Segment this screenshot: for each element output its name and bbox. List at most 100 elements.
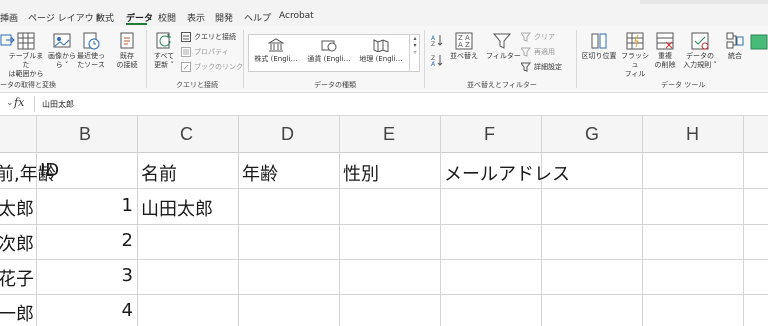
from-table-button[interactable]: テーブルまた は範囲から — [6, 32, 46, 79]
from-image-button[interactable]: 画像から ら ˅ — [48, 32, 76, 70]
currency-data-type[interactable]: 通貨 (Engli… — [305, 38, 353, 64]
column-header-b[interactable]: B — [79, 124, 91, 145]
sort-az-icon: AZ — [431, 35, 443, 46]
formula-input[interactable]: 山田太郎 — [42, 99, 74, 110]
tab-page-layout[interactable]: ページ レイアウト — [28, 11, 103, 24]
existing-connections-button[interactable]: 既存 の接続 — [112, 32, 142, 70]
recent-sources-button[interactable]: 最近使っ たソース — [76, 32, 106, 70]
column-header-d[interactable]: D — [281, 124, 294, 145]
map-icon — [373, 39, 389, 52]
sort-button[interactable]: Z AA Z 並べ替え — [448, 32, 480, 61]
get-data-group-label: ータの取得と変換 — [0, 81, 56, 89]
flash-fill-icon — [626, 32, 644, 50]
cell-b4[interactable]: 3 — [40, 265, 133, 286]
sort-dialog-icon: Z AA Z — [455, 32, 473, 50]
cell-b3[interactable]: 2 — [40, 230, 133, 251]
tab-developer[interactable]: 開発 — [215, 11, 233, 24]
row-divider — [0, 224, 768, 225]
tab-help[interactable]: ヘルプ — [244, 11, 271, 24]
sort-ascending-button[interactable]: AZ — [431, 34, 443, 46]
data-types-group-label: データの種類 — [314, 81, 356, 89]
connections-icon — [120, 32, 134, 49]
group-divider — [576, 30, 577, 88]
sort-filter-group-label: 並べ替えとフィルター — [467, 81, 537, 89]
svg-text:A Z: A Z — [458, 41, 470, 49]
data-model-icon — [750, 34, 768, 50]
remove-duplicates-button[interactable]: 重複 の削除 — [652, 32, 678, 70]
geography-data-type[interactable]: 地理 (Engli… — [357, 38, 405, 64]
data-model-button-partial[interactable] — [750, 32, 768, 52]
refresh-icon — [156, 32, 171, 49]
sort-za-icon: ZA — [431, 55, 443, 66]
column-header-f[interactable]: F — [484, 124, 495, 145]
recent-sources-icon — [83, 32, 100, 50]
cell-b1[interactable]: ID — [40, 160, 59, 181]
cell-f1[interactable]: メールアドレス — [444, 160, 570, 186]
cell-c2[interactable]: 山田太郎 — [141, 195, 213, 221]
consolidate-icon — [726, 32, 744, 49]
flash-fill-button[interactable]: フラッシュ フィル — [619, 32, 651, 79]
name-box-dropdown[interactable]: ⌄ — [6, 98, 14, 108]
svg-text:Z: Z — [431, 41, 435, 46]
data-validation-icon — [691, 32, 709, 50]
link-icon — [181, 62, 191, 72]
tab-insert[interactable]: 挿画 — [0, 11, 18, 24]
reapply-button[interactable]: 再適用 — [521, 47, 555, 57]
cell-a2[interactable]: 太郎 — [0, 195, 34, 221]
column-header-c[interactable]: C — [180, 124, 193, 145]
column-header-g[interactable]: G — [585, 124, 599, 145]
text-to-columns-icon — [591, 33, 607, 49]
column-header-h[interactable]: H — [686, 124, 699, 145]
cell-d1[interactable]: 年齢 — [242, 160, 278, 186]
stocks-data-type[interactable]: 株式 (Engli… — [253, 38, 299, 64]
data-validation-button[interactable]: データの 入力規則 ˅ — [680, 32, 720, 70]
insert-function-button[interactable]: fx — [14, 96, 24, 109]
queries-group-label: クエリと接続 — [176, 81, 218, 89]
cell-a3[interactable]: 次郎 — [0, 230, 34, 256]
clear-filter-icon — [521, 32, 531, 42]
properties-icon — [181, 47, 191, 57]
tab-formulas[interactable]: 数式 — [96, 11, 114, 24]
column-headers: B C D E F G H — [0, 116, 768, 153]
row-divider — [0, 294, 768, 295]
formula-bar: ⌄ fx 山田太郎 — [0, 93, 768, 116]
text-to-columns-button[interactable]: 区切り位置 — [580, 32, 618, 61]
active-tab-indicator — [126, 23, 147, 25]
image-icon — [53, 33, 71, 48]
cell-e1[interactable]: 性別 — [343, 160, 379, 186]
svg-text:A: A — [431, 61, 436, 66]
clear-filter-button[interactable]: クリア — [521, 32, 555, 42]
consolidate-button[interactable]: 統合 — [724, 32, 746, 61]
group-divider — [243, 30, 244, 88]
filter-button[interactable]: フィルター — [486, 32, 521, 61]
tab-acrobat[interactable]: Acrobat — [279, 11, 314, 21]
data-tools-group-label: データ ツール — [661, 81, 706, 89]
row-divider — [0, 259, 768, 260]
cell-b2[interactable]: 1 — [40, 195, 133, 216]
tab-view[interactable]: 表示 — [187, 11, 205, 24]
column-header-e[interactable]: E — [383, 124, 395, 145]
ribbon-tabs: 挿画 ページ レイアウト 数式 データ 校閲 表示 開発 ヘルプ Acrobat — [0, 0, 768, 26]
reapply-icon — [521, 47, 531, 57]
ribbon: テーブルまた は範囲から 画像から ら ˅ 最近使っ たソース 既存 の接続 ー… — [0, 26, 768, 93]
tab-review[interactable]: 校閲 — [158, 11, 176, 24]
cell-c1[interactable]: 名前 — [141, 160, 177, 186]
cell-a4[interactable]: 花子 — [0, 265, 34, 291]
edit-links-button[interactable]: ブックのリンク — [181, 62, 243, 72]
table-icon — [17, 32, 35, 50]
group-divider — [146, 30, 147, 88]
cell-b5[interactable]: 4 — [40, 300, 133, 321]
properties-button[interactable]: プロパティ — [181, 47, 229, 57]
sort-descending-button[interactable]: ZA — [431, 54, 443, 66]
cell-a5[interactable]: 一郎 — [0, 300, 34, 326]
title-search-box[interactable] — [640, 0, 768, 4]
refresh-all-button[interactable]: すべて 更新 ˅ — [150, 32, 178, 70]
bank-icon — [268, 38, 284, 52]
data-types-gallery[interactable]: 株式 (Engli… 通貨 (Engli… 地理 (Engli… ▴ ▾ ▿ — [248, 34, 420, 72]
advanced-filter-icon — [521, 62, 531, 72]
formula-divider — [34, 96, 35, 112]
queries-connections-button[interactable]: クエリと接続 — [181, 32, 236, 42]
advanced-filter-button[interactable]: 詳細設定 — [521, 62, 562, 72]
gallery-scroll[interactable]: ▴ ▾ ▿ — [409, 35, 420, 71]
remove-duplicates-icon — [656, 32, 674, 50]
